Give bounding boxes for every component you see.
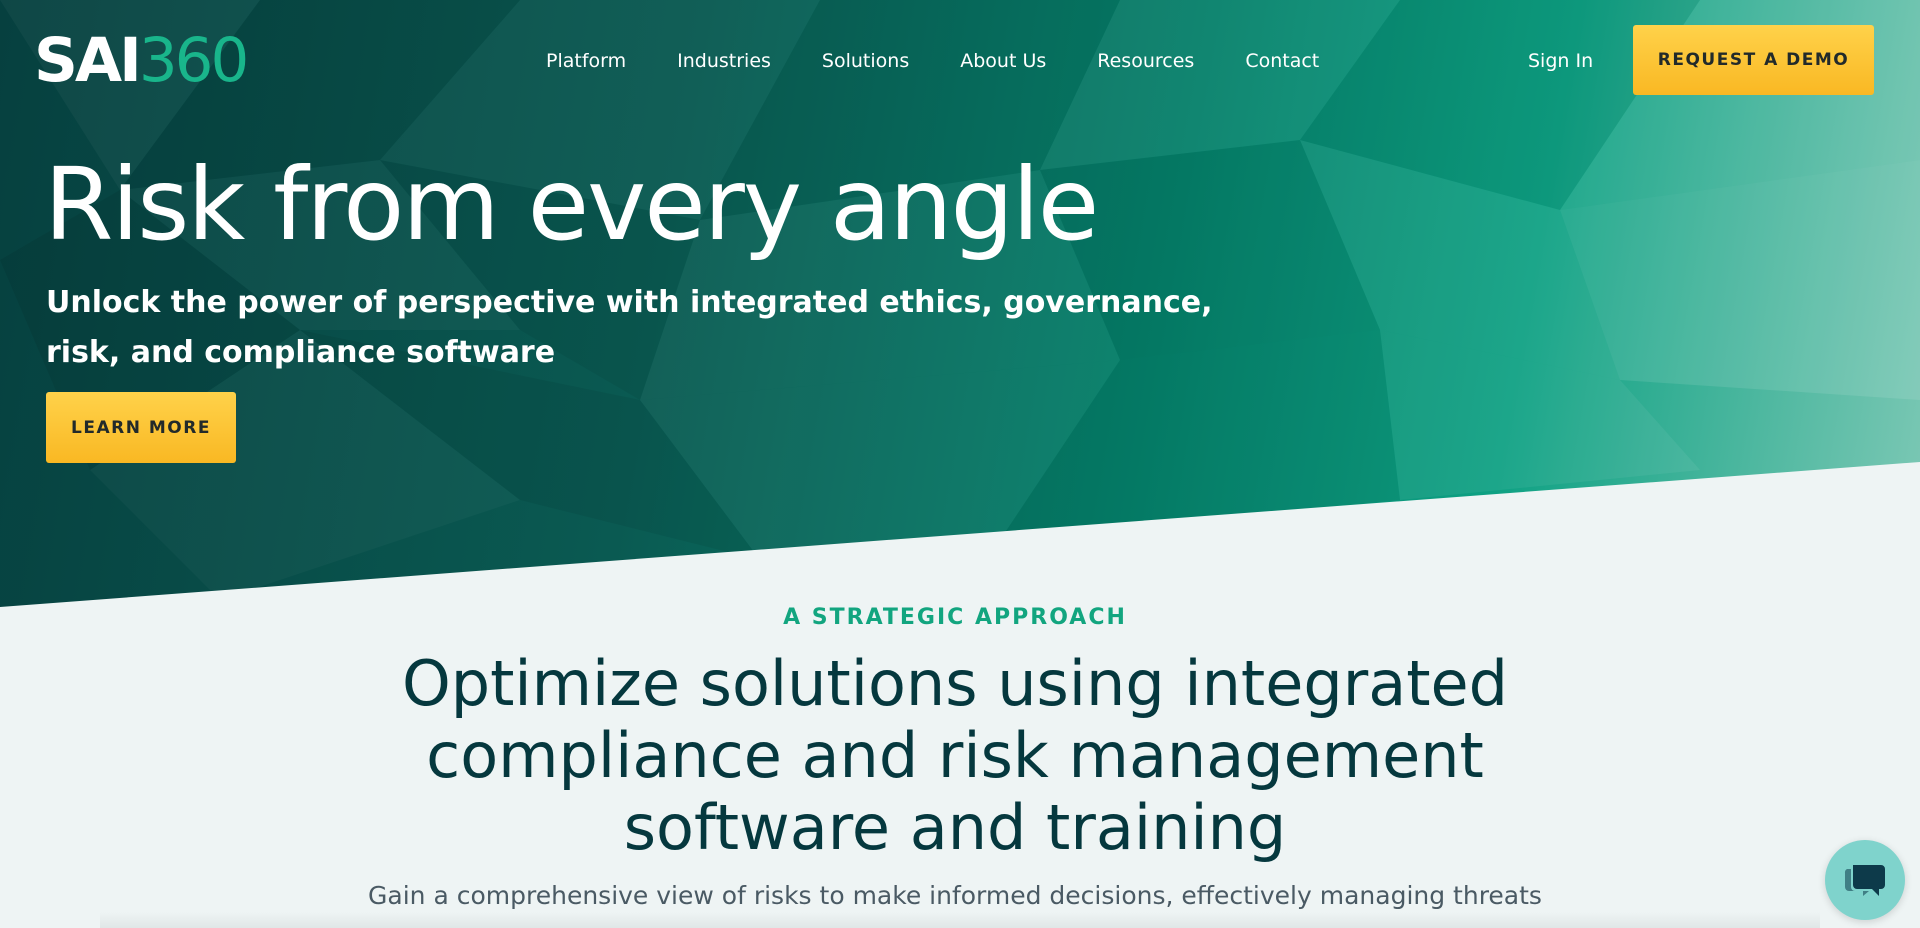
nav-item-about-us[interactable]: About Us <box>960 50 1046 72</box>
nav-item-solutions[interactable]: Solutions <box>822 50 909 72</box>
hero-title: Risk from every angle <box>44 146 1099 263</box>
logo-prefix: SAI <box>34 25 142 96</box>
chat-widget-button[interactable] <box>1825 840 1905 920</box>
sign-in-link[interactable]: Sign In <box>1528 50 1593 72</box>
page: SAI360 Platform Industries Solutions Abo… <box>0 0 1920 928</box>
main-menu: Platform Industries Solutions About Us R… <box>546 50 1370 72</box>
top-navigation: SAI360 Platform Industries Solutions Abo… <box>0 0 1920 125</box>
request-demo-button[interactable]: REQUEST A DEMO <box>1633 25 1874 95</box>
bottom-fade <box>100 912 1820 928</box>
sai360-logo[interactable]: SAI360 <box>34 30 249 91</box>
nav-item-contact[interactable]: Contact <box>1245 50 1319 72</box>
section-eyebrow: A STRATEGIC APPROACH <box>783 605 1127 630</box>
learn-more-button[interactable]: LEARN MORE <box>46 392 236 463</box>
chat-bubble-icon <box>1843 859 1887 902</box>
logo-suffix: 360 <box>138 25 249 96</box>
nav-item-resources[interactable]: Resources <box>1097 50 1194 72</box>
section-title: Optimize solutions using integrated comp… <box>401 647 1509 864</box>
hero-subtitle: Unlock the power of perspective with int… <box>46 285 1213 370</box>
nav-item-industries[interactable]: Industries <box>677 50 771 72</box>
nav-item-platform[interactable]: Platform <box>546 50 626 72</box>
section-body: Gain a comprehensive view of risks to ma… <box>368 881 1542 910</box>
